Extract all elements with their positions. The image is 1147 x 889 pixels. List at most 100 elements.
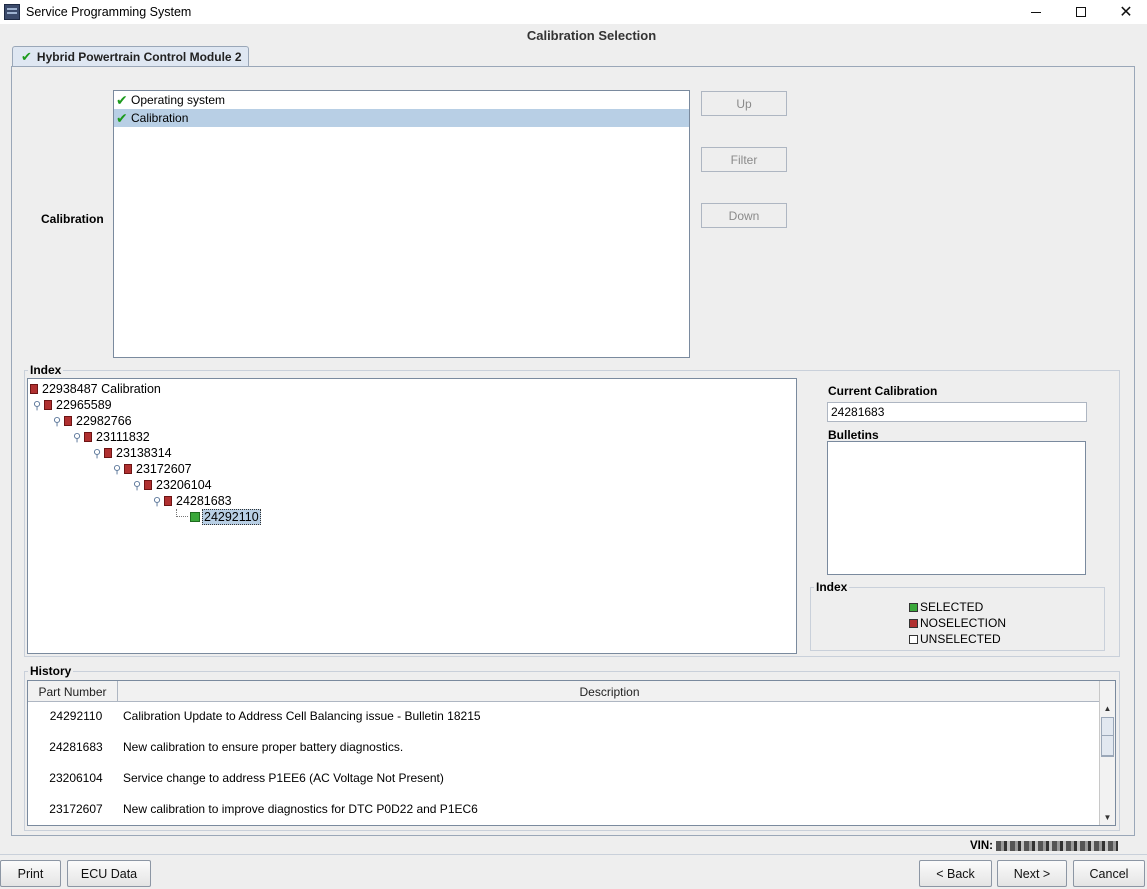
tree-node-label: 23172607 xyxy=(136,462,192,476)
table-row[interactable]: 24292110 Calibration Update to Address C… xyxy=(28,700,1101,731)
history-scrollbar[interactable]: ▲ ▼ xyxy=(1099,681,1115,825)
tree-node-selected[interactable]: 24292110 xyxy=(190,509,261,525)
list-item-operating-system[interactable]: ✔ Operating system xyxy=(114,91,689,109)
description-cell: Service change to address P1EE6 (AC Volt… xyxy=(123,770,444,785)
window-title: Service Programming System xyxy=(26,5,192,19)
tree-node-label: 23206104 xyxy=(156,478,212,492)
noselection-flag-icon xyxy=(144,480,152,490)
vin-display: VIN: xyxy=(970,840,1118,852)
scroll-up-icon[interactable]: ▲ xyxy=(1100,701,1115,716)
tree-node-label: 22938487 Calibration xyxy=(42,382,161,396)
check-icon: ✔ xyxy=(116,92,128,108)
legend-label: SELECTED xyxy=(920,600,984,614)
column-header-part-number[interactable]: Part Number xyxy=(28,681,118,702)
legend-unselected: UNSELECTED xyxy=(909,632,1001,646)
bulletins-label: Bulletins xyxy=(828,428,879,442)
tree-node[interactable]: ⚲ 23172607 xyxy=(110,461,192,477)
noselection-flag-icon xyxy=(84,432,92,442)
check-icon: ✔ xyxy=(116,110,128,126)
filter-button[interactable]: Filter xyxy=(701,147,787,172)
maximize-button[interactable] xyxy=(1058,0,1104,24)
window-titlebar: Service Programming System ✕ xyxy=(0,0,1147,24)
selected-flag-icon xyxy=(909,602,918,612)
check-icon: ✔ xyxy=(21,49,32,64)
calibration-list[interactable]: ✔ Operating system ✔ Calibration xyxy=(113,90,690,358)
legend-label: UNSELECTED xyxy=(920,632,1001,646)
tree-connector-icon: ⚲ xyxy=(152,495,162,508)
table-header: Part Number Description xyxy=(28,681,1101,702)
table-row[interactable]: 24281683 New calibration to ensure prope… xyxy=(28,731,1101,762)
tree-node-label: 22982766 xyxy=(76,414,132,428)
scroll-down-icon[interactable]: ▼ xyxy=(1100,810,1115,825)
tree-node[interactable]: ⚲ 22982766 xyxy=(50,413,132,429)
maximize-icon xyxy=(1076,7,1086,17)
tree-node[interactable]: ⚲ 22965589 xyxy=(30,397,112,413)
tree-node[interactable]: ⚲ 23206104 xyxy=(130,477,212,493)
tree-connector-icon: ⚲ xyxy=(112,463,122,476)
tree-node-label: 23138314 xyxy=(116,446,172,460)
noselection-flag-icon xyxy=(30,384,38,394)
tree-node[interactable]: ⚲ 23111832 xyxy=(70,429,150,445)
minimize-button[interactable] xyxy=(1013,0,1059,24)
tab-label: Hybrid Powertrain Control Module 2 xyxy=(36,50,242,64)
unselected-box-icon xyxy=(909,634,918,644)
part-number-cell: 23172607 xyxy=(49,801,103,816)
calibration-tree[interactable]: 22938487 Calibration ⚲ 22965589 ⚲ 229827… xyxy=(27,378,797,654)
down-button[interactable]: Down xyxy=(701,203,787,228)
tree-connector-icon: ⚲ xyxy=(72,431,82,444)
legend-noselection: NOSELECTION xyxy=(909,616,1006,630)
noselection-flag-icon xyxy=(164,496,172,506)
tree-connector-icon: ⚲ xyxy=(132,479,142,492)
tree-node-label: 23111832 xyxy=(96,430,150,444)
part-number-cell: 24281683 xyxy=(49,739,103,754)
table-row[interactable]: 23172607 New calibration to improve diag… xyxy=(28,793,1101,824)
list-item-label: Calibration xyxy=(131,111,189,125)
tab-hybrid-powertrain-control-module-2[interactable]: ✔ Hybrid Powertrain Control Module 2 xyxy=(12,46,249,67)
tree-connector-icon: ⚲ xyxy=(92,447,102,460)
description-cell: New calibration to ensure proper battery… xyxy=(123,739,404,754)
next-button[interactable]: Next > xyxy=(997,860,1067,887)
noselection-flag-icon xyxy=(64,416,72,426)
current-calibration-field[interactable] xyxy=(827,402,1087,422)
tree-node-label: 24292110 xyxy=(202,509,261,525)
tree-connector-icon: ⚲ xyxy=(52,415,62,428)
minimize-icon xyxy=(1031,11,1041,13)
app-icon xyxy=(4,4,20,20)
page-title: Calibration Selection xyxy=(526,28,657,43)
list-item-label: Operating system xyxy=(131,93,226,107)
description-cell: Calibration Update to Address Cell Balan… xyxy=(123,708,481,723)
up-button[interactable]: Up xyxy=(701,91,787,116)
vin-redacted xyxy=(996,841,1118,851)
description-cell: New calibration to improve diagnostics f… xyxy=(123,801,478,816)
legend-title: Index xyxy=(814,580,850,594)
history-title: History xyxy=(28,664,74,678)
bulletins-box[interactable] xyxy=(827,441,1086,575)
legend-selected: SELECTED xyxy=(909,600,983,614)
part-number-cell: 24292110 xyxy=(49,708,103,723)
close-icon: ✕ xyxy=(1119,4,1133,21)
noselection-flag-icon xyxy=(104,448,112,458)
footer-divider xyxy=(0,854,1147,855)
calibration-label: Calibration xyxy=(41,212,104,226)
index-group-title: Index xyxy=(28,363,64,377)
tree-node[interactable]: 22938487 Calibration xyxy=(30,381,161,397)
list-item-calibration[interactable]: ✔ Calibration xyxy=(114,109,689,127)
back-button[interactable]: < Back xyxy=(919,860,992,887)
noselection-flag-icon xyxy=(124,464,132,474)
column-header-description[interactable]: Description xyxy=(118,681,1101,702)
ecu-data-button[interactable]: ECU Data xyxy=(67,860,151,887)
tree-elbow-line xyxy=(176,509,188,517)
scroll-thumb[interactable] xyxy=(1101,717,1114,757)
cancel-button[interactable]: Cancel xyxy=(1073,860,1145,887)
tree-node[interactable]: ⚲ 23138314 xyxy=(90,445,172,461)
selected-flag-icon xyxy=(190,512,200,522)
history-table: Part Number Description 24292110 Calibra… xyxy=(27,680,1116,826)
print-button[interactable]: Print xyxy=(0,860,61,887)
close-button[interactable]: ✕ xyxy=(1103,0,1147,24)
legend-label: NOSELECTION xyxy=(920,616,1007,630)
vin-label: VIN: xyxy=(970,840,993,852)
noselection-flag-icon xyxy=(44,400,52,410)
part-number-cell: 23206104 xyxy=(49,770,103,785)
tree-node[interactable]: ⚲ 24281683 xyxy=(150,493,232,509)
table-row[interactable]: 23206104 Service change to address P1EE6… xyxy=(28,762,1101,793)
